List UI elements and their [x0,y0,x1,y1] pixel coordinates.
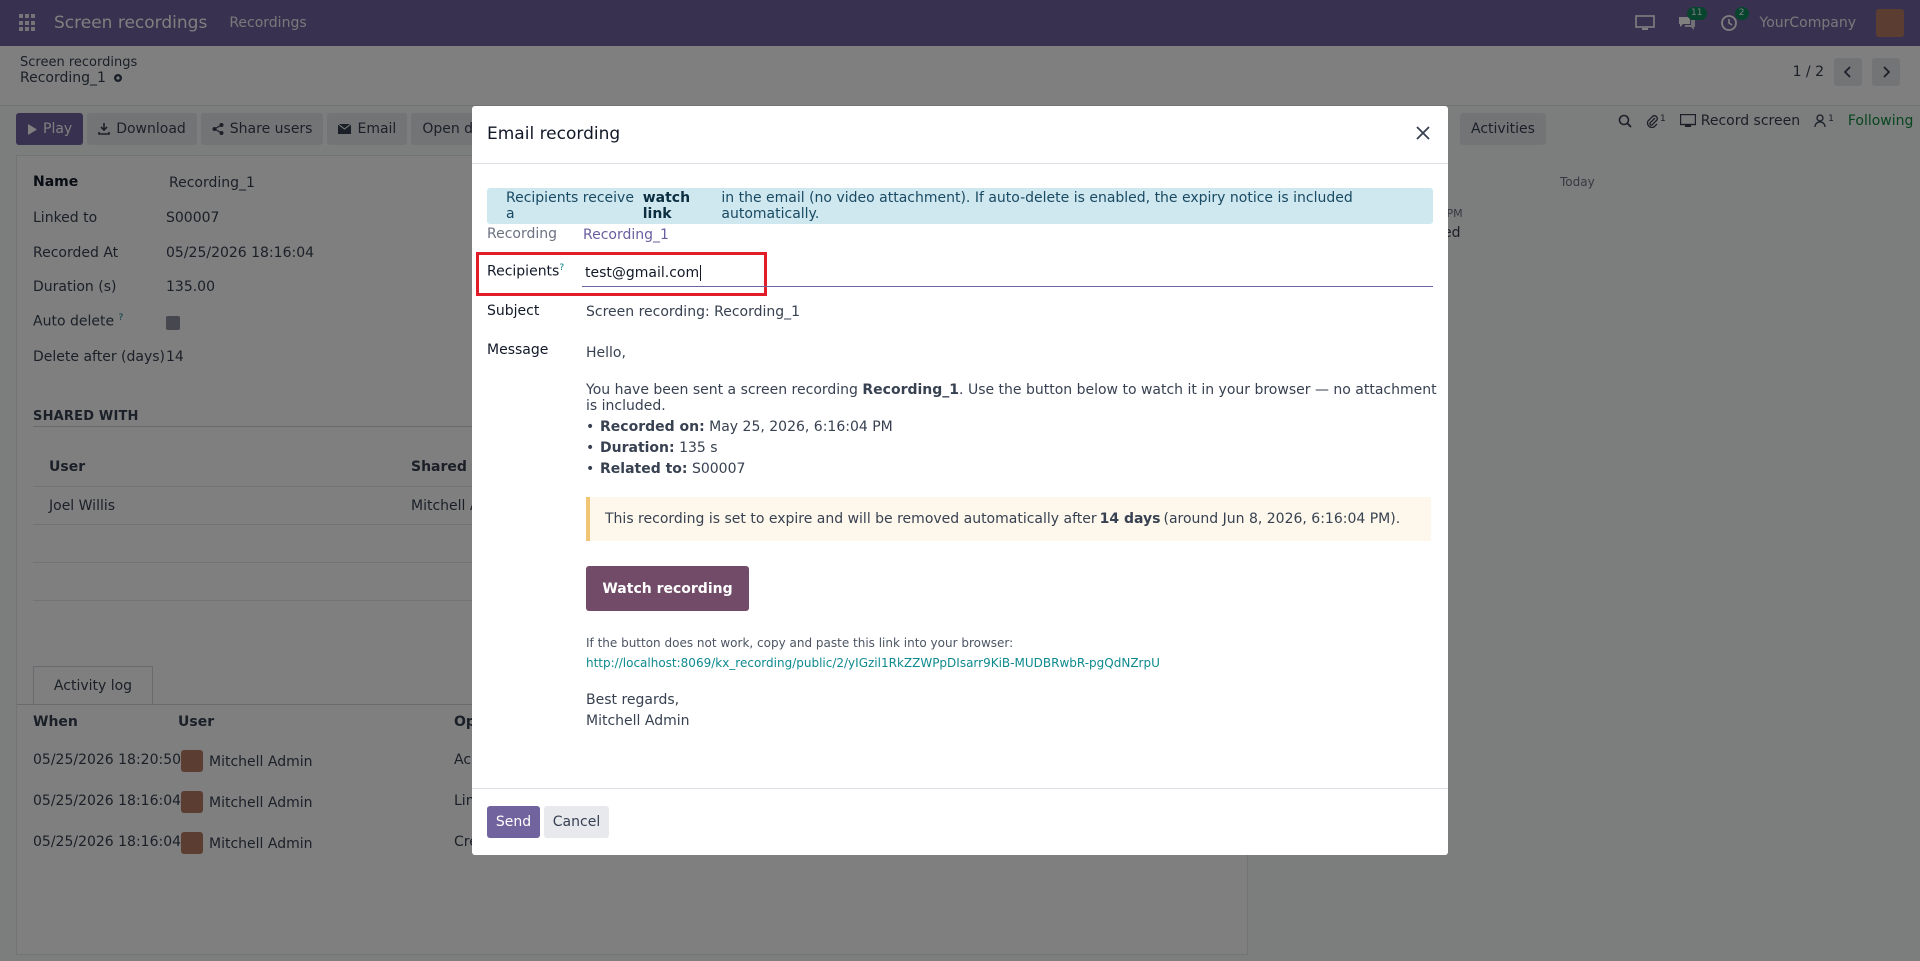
close-icon[interactable] [1412,122,1434,144]
alert-text-post: in the email (no video attachment). If a… [721,190,1353,222]
recording-link[interactable]: Recording_1 [583,227,669,243]
list-item-key: Recorded on: [600,419,705,435]
list-item-key: Related to: [600,461,688,477]
warn-bold: 14 days [1099,511,1161,527]
email-recording-dialog: Email recording Recipients receive a wat… [472,106,1448,855]
text-cursor [700,265,702,281]
subject-field[interactable]: Screen recording: Recording_1 [586,304,800,320]
recipients-input[interactable]: test@gmail.com [582,261,1433,287]
cancel-button[interactable]: Cancel [544,806,609,838]
recipients-input-value: test@gmail.com [585,265,700,281]
modal-title: Email recording [487,124,621,144]
modal-header: Email recording [472,106,1448,164]
warn-post: (around Jun 8, 2026, 6:16:04 PM). [1163,511,1401,527]
recipients-label-text: Recipients [487,263,560,280]
list-item: Duration: 135 s [586,438,893,459]
msg-p1-pre: You have been sent a screen recording [586,382,863,398]
list-item-value: S00007 [687,461,746,477]
modal-footer: Send Cancel [472,788,1448,855]
message-paragraph[interactable]: You have been sent a screen recording Re… [586,382,1448,414]
message-greeting[interactable]: Hello, [586,345,626,361]
help-tooltip-icon[interactable]: ? [559,263,564,273]
list-item: Recorded on: May 25, 2026, 6:16:04 PM [586,417,893,438]
alert-text-bold: watch link [642,190,691,222]
recipients-label: Recipients? [487,263,564,280]
list-item: Related to: S00007 [586,459,893,480]
message-signature: Mitchell Admin [586,713,690,729]
list-item-value: May 25, 2026, 6:16:04 PM [704,419,893,435]
recording-label: Recording [487,226,558,242]
msg-p1-bold: Recording_1 [862,382,960,398]
watch-link[interactable]: http://localhost:8069/kx_recording/publi… [586,656,1160,670]
warn-pre: This recording is set to expire and will… [605,511,1097,527]
fallback-note: If the button does not work, copy and pa… [586,636,1014,650]
message-regards: Best regards, [586,692,680,708]
list-item-key: Duration: [600,440,675,456]
watch-recording-button[interactable]: Watch recording [586,566,749,611]
send-button[interactable]: Send [487,806,540,838]
info-alert: Recipients receive a watch link in the e… [487,188,1433,224]
list-item-value: 135 s [674,440,718,456]
alert-text-pre: Recipients receive a [506,190,634,222]
subject-label: Subject [487,303,540,319]
message-label: Message [487,342,549,358]
expiry-notice: This recording is set to expire and will… [586,497,1431,541]
message-details-list: Recorded on: May 25, 2026, 6:16:04 PM Du… [586,417,893,480]
